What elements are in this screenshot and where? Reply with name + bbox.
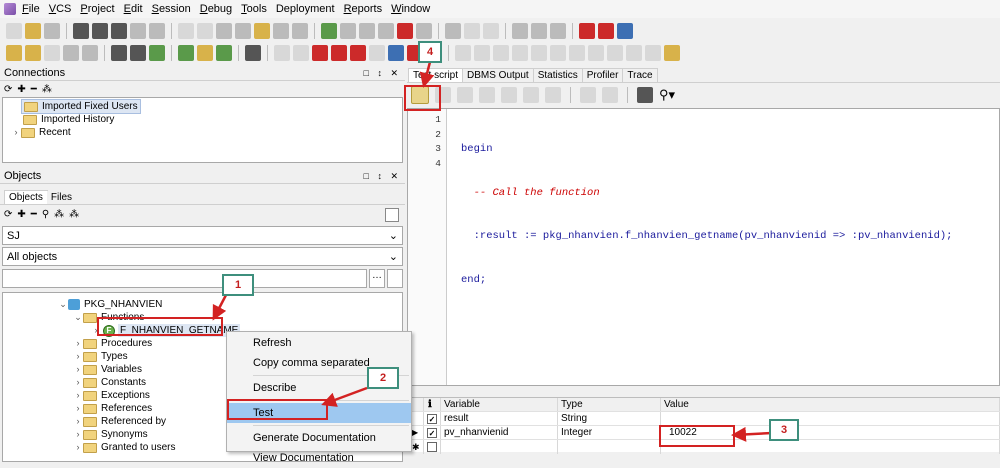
arrow-3 — [731, 426, 773, 442]
arrow-1 — [212, 294, 228, 321]
callout-3: 3 — [769, 419, 799, 441]
annotation-arrows — [212, 61, 773, 442]
callout-4: 4 — [418, 41, 442, 63]
callout-2: 2 — [367, 367, 399, 389]
callout-1: 1 — [222, 274, 254, 296]
arrow-2 — [321, 386, 368, 407]
arrow-4 — [419, 61, 435, 88]
